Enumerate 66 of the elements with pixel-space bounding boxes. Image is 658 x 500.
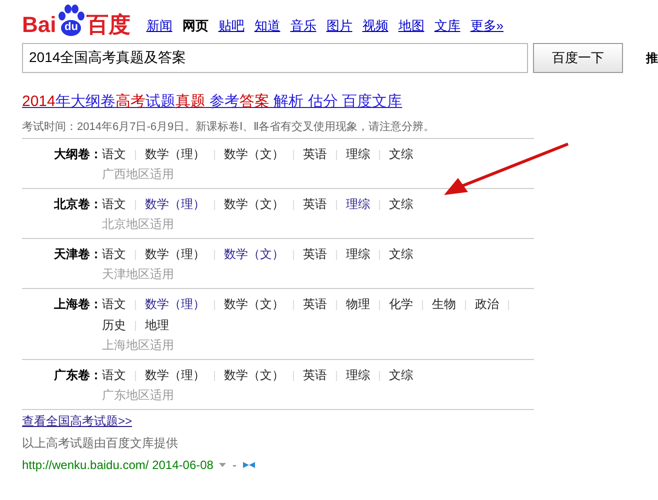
exam-time-text: 考试时间：2014年6月7日-6月9日。新课标卷Ⅰ、Ⅱ各省有交叉使用现象，请注意分辨。 bbox=[22, 120, 436, 134]
subject-link[interactable]: 数学（理） bbox=[145, 197, 205, 211]
subject-link[interactable]: 数学（文） bbox=[224, 297, 284, 311]
subject-link[interactable]: 英语 bbox=[303, 247, 327, 261]
baidu-logo[interactable]: Bai du 百度 bbox=[22, 4, 130, 36]
nav-link[interactable]: 音乐 bbox=[290, 16, 316, 35]
subject-link[interactable]: 数学（理） bbox=[145, 247, 205, 261]
search-field[interactable]: 2014全国高考真题及答案 bbox=[22, 43, 528, 73]
subject-link[interactable]: 数学（文） bbox=[224, 147, 284, 161]
nav-link[interactable]: 知道 bbox=[254, 16, 280, 35]
subject-link[interactable]: 生物 bbox=[432, 297, 456, 311]
nav-link[interactable]: 图片 bbox=[326, 16, 352, 35]
nav-link[interactable]: 新闻 bbox=[146, 16, 172, 35]
subject-link[interactable]: 文综 bbox=[389, 197, 413, 211]
subject-link[interactable]: 英语 bbox=[303, 368, 327, 382]
subject-link[interactable]: 历史 bbox=[102, 318, 126, 332]
subject-link[interactable]: 政治 bbox=[475, 297, 499, 311]
share-icon[interactable] bbox=[242, 461, 256, 469]
region-note: 上海地区适用 bbox=[102, 337, 175, 354]
paper-label: 北京卷： bbox=[52, 196, 102, 213]
region-note: 天津地区适用 bbox=[102, 266, 175, 283]
subject-link[interactable]: 语文 bbox=[102, 197, 126, 211]
subject-link[interactable]: 英语 bbox=[303, 197, 327, 211]
subject-link[interactable]: 数学（理） bbox=[145, 147, 205, 161]
subject-link[interactable]: 数学（文） bbox=[224, 247, 284, 261]
subject-link[interactable]: 理综 bbox=[346, 197, 370, 211]
more-exams-link[interactable]: 查看全国高考试题>> bbox=[22, 414, 132, 428]
nav-link[interactable]: 视频 bbox=[362, 16, 388, 35]
subject-link[interactable]: 语文 bbox=[102, 368, 126, 382]
subject-link[interactable]: 数学（理） bbox=[145, 297, 205, 311]
paper-label: 大纲卷： bbox=[53, 146, 102, 163]
subject-link[interactable]: 文综 bbox=[389, 147, 413, 161]
subject-link[interactable]: 化学 bbox=[389, 297, 413, 311]
subject-link[interactable]: 语文 bbox=[102, 297, 126, 311]
subject-link[interactable]: 英语 bbox=[303, 297, 327, 311]
subject-link[interactable]: 数学（理） bbox=[145, 368, 205, 382]
subject-link[interactable]: 英语 bbox=[303, 147, 327, 161]
subject-link[interactable]: 文综 bbox=[389, 368, 413, 382]
paper-label: 天津卷： bbox=[53, 246, 102, 263]
subject-link[interactable]: 语文 bbox=[102, 147, 126, 161]
nav-link[interactable]: 地图 bbox=[398, 16, 424, 35]
subject-link[interactable]: 理综 bbox=[346, 368, 370, 382]
dropdown-arrow-icon[interactable] bbox=[219, 463, 226, 467]
subject-link[interactable]: 文综 bbox=[389, 247, 413, 261]
side-link[interactable]: 推 bbox=[646, 49, 658, 67]
source-text: 以上高考试题由百度文库提供 bbox=[22, 435, 179, 452]
subject-link[interactable]: 地理 bbox=[145, 318, 169, 332]
region-note: 广西地区适用 bbox=[102, 166, 175, 183]
separator-text: - bbox=[232, 457, 236, 474]
paw-logo-icon bbox=[56, 4, 86, 36]
paper-label: 上海卷： bbox=[53, 296, 102, 313]
nav-link[interactable]: 贴吧 bbox=[218, 16, 244, 35]
subject-link[interactable]: 语文 bbox=[102, 247, 126, 261]
nav-link[interactable]: 网页 bbox=[182, 16, 208, 35]
region-note: 北京地区适用 bbox=[102, 216, 175, 233]
nav-link[interactable]: 更多» bbox=[470, 16, 504, 35]
result-url: http://wenku.baidu.com/ 2014-06-08 bbox=[22, 457, 214, 474]
nav-link[interactable]: 文库 bbox=[434, 16, 460, 35]
paper-label: 广东卷： bbox=[53, 367, 102, 384]
search-button[interactable]: 百度一下 bbox=[533, 43, 623, 73]
subject-link[interactable]: 理综 bbox=[346, 247, 370, 261]
subject-link[interactable]: 数学（文） bbox=[224, 197, 284, 211]
region-note: 广东地区适用 bbox=[102, 387, 175, 404]
subject-link[interactable]: 物理 bbox=[346, 297, 370, 311]
subject-link[interactable]: 理综 bbox=[346, 147, 370, 161]
subject-link[interactable]: 数学（文） bbox=[224, 368, 284, 382]
